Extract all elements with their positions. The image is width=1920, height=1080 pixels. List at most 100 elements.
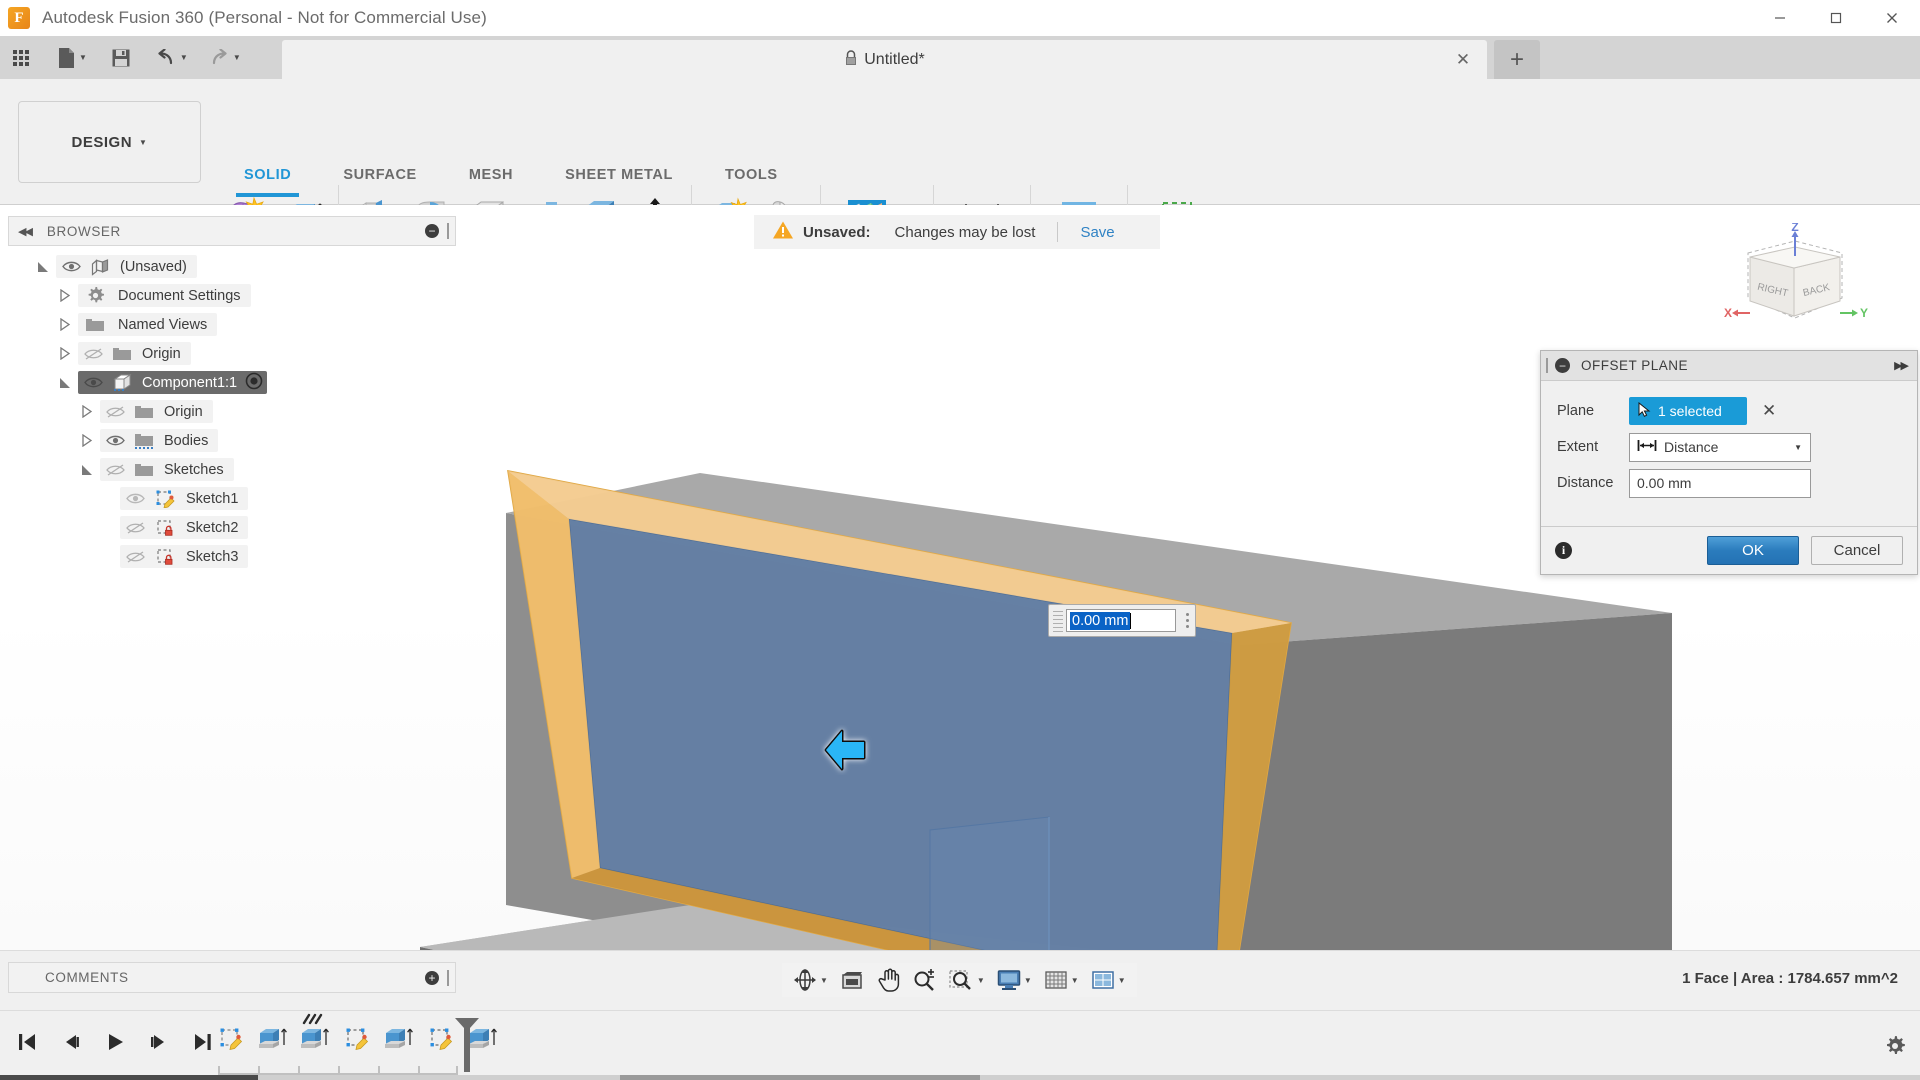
grid-snap-button[interactable]: ▼ xyxy=(1039,965,1084,995)
file-menu-button[interactable]: ▼ xyxy=(50,36,94,79)
tree-node-sketch1[interactable]: Sketch1 xyxy=(8,484,456,513)
visibility-off-icon[interactable] xyxy=(78,347,108,361)
visibility-icon[interactable] xyxy=(120,492,150,505)
expand-triangle-icon[interactable] xyxy=(52,376,78,390)
save-button[interactable] xyxy=(104,36,138,79)
dialog-minimize-icon[interactable]: − xyxy=(1555,358,1570,373)
zoom-button[interactable] xyxy=(907,965,941,995)
timeline-feature-extrude[interactable] xyxy=(380,1017,418,1059)
visibility-off-icon[interactable] xyxy=(120,550,150,564)
step-forward-button[interactable] xyxy=(142,1025,176,1059)
timeline-scrollbar[interactable] xyxy=(0,1075,1920,1080)
ok-button[interactable]: OK xyxy=(1707,536,1799,565)
expand-triangle-icon[interactable] xyxy=(74,463,100,477)
display-settings-button[interactable]: ▼ xyxy=(992,965,1037,995)
chevron-down-icon: ▼ xyxy=(977,976,985,985)
dialog-drag-grip[interactable] xyxy=(1546,358,1548,373)
plane-selection-button[interactable]: 1 selected xyxy=(1629,397,1747,425)
tree-node-origin-sub[interactable]: Origin xyxy=(8,397,456,426)
visibility-off-icon[interactable] xyxy=(120,521,150,535)
distance-input-value: 0.00 mm xyxy=(1637,475,1691,491)
save-link[interactable]: Save xyxy=(1080,224,1114,241)
visibility-icon[interactable] xyxy=(100,434,130,447)
maximize-button[interactable] xyxy=(1808,0,1864,36)
go-to-start-button[interactable] xyxy=(10,1025,44,1059)
visibility-off-icon[interactable] xyxy=(100,405,130,419)
distance-field[interactable]: 0.00 mm xyxy=(1066,609,1176,632)
drag-grip-icon[interactable] xyxy=(1053,609,1063,632)
tree-label: Sketch3 xyxy=(186,549,238,565)
document-tab[interactable]: Untitled* ✕ xyxy=(282,40,1487,79)
activate-component-icon[interactable] xyxy=(245,372,263,394)
expand-triangle-icon[interactable] xyxy=(52,347,78,360)
show-data-panel-button[interactable] xyxy=(6,36,36,79)
tree-node-sketches[interactable]: Sketches xyxy=(8,455,456,484)
scrollbar-thumb[interactable] xyxy=(0,1075,258,1080)
scrollbar-track-segment[interactable] xyxy=(620,1075,980,1080)
play-button[interactable] xyxy=(98,1025,132,1059)
tree-node-named-views[interactable]: Named Views xyxy=(8,310,456,339)
expand-triangle-icon[interactable] xyxy=(30,260,56,274)
undo-button[interactable]: ▼ xyxy=(148,36,195,79)
expand-triangle-icon[interactable] xyxy=(52,289,78,302)
workspace-label: DESIGN xyxy=(72,134,133,151)
timeline-feature-sketch[interactable] xyxy=(338,1017,376,1059)
minimize-browser-icon[interactable]: − xyxy=(425,224,439,238)
expand-triangle-icon[interactable] xyxy=(52,318,78,331)
step-back-button[interactable] xyxy=(54,1025,88,1059)
look-at-button[interactable] xyxy=(835,965,871,995)
tree-node-sketch2[interactable]: Sketch2 xyxy=(8,513,456,542)
distance-input[interactable]: 0.00 mm xyxy=(1629,469,1811,498)
workspace-switcher-button[interactable]: DESIGN ▼ xyxy=(18,101,201,183)
canvas-distance-input[interactable]: 0.00 mm xyxy=(1048,604,1196,637)
close-tab-icon[interactable]: ✕ xyxy=(1453,50,1473,70)
direction-arrow-marker[interactable] xyxy=(820,725,876,775)
close-window-button[interactable] xyxy=(1864,0,1920,36)
minimize-button[interactable] xyxy=(1752,0,1808,36)
timeline-feature-extrude-marked[interactable] xyxy=(296,1017,334,1059)
folder-icon xyxy=(130,404,158,420)
timeline-feature-extrude[interactable] xyxy=(254,1017,292,1059)
dialog-header[interactable]: − OFFSET PLANE ▶▶ xyxy=(1541,351,1917,381)
expand-triangle-icon[interactable] xyxy=(74,434,100,447)
tree-node-bodies[interactable]: Bodies xyxy=(8,426,456,455)
folder-icon xyxy=(130,432,158,450)
orbit-button[interactable]: ▼ xyxy=(788,965,833,995)
unsaved-notification-bar: Unsaved: Changes may be lost Save xyxy=(754,215,1160,249)
view-cube[interactable]: RIGHT BACK Z X Y xyxy=(1720,223,1870,343)
visibility-icon[interactable] xyxy=(78,376,108,389)
zoom-window-button[interactable]: ▼ xyxy=(943,965,990,995)
add-comment-icon[interactable]: + xyxy=(425,971,439,985)
timeline-end-marker[interactable] xyxy=(452,1016,482,1079)
viewports-button[interactable]: ▼ xyxy=(1086,965,1131,995)
cancel-button[interactable]: Cancel xyxy=(1811,536,1903,565)
cursor-icon xyxy=(1638,402,1651,420)
field-options-icon[interactable] xyxy=(1179,613,1195,628)
panel-resize-grip[interactable] xyxy=(447,970,449,986)
timeline-feature-sketch[interactable] xyxy=(212,1017,250,1059)
tree-label: (Unsaved) xyxy=(120,259,187,275)
tree-node-sketch3[interactable]: Sketch3 xyxy=(8,542,456,571)
redo-button[interactable]: ▼ xyxy=(201,36,248,79)
dialog-expand-icon[interactable]: ▶▶ xyxy=(1894,359,1907,372)
document-icon xyxy=(86,258,114,276)
plane-label: Plane xyxy=(1557,403,1629,419)
new-tab-button[interactable]: + xyxy=(1494,40,1540,79)
extent-dropdown[interactable]: Distance ▼ xyxy=(1629,433,1811,462)
visibility-off-icon[interactable] xyxy=(100,463,130,477)
comments-panel-header[interactable]: COMMENTS + xyxy=(8,962,456,993)
info-icon[interactable]: i xyxy=(1555,542,1572,559)
tree-label: Sketch2 xyxy=(186,520,238,536)
collapse-browser-icon[interactable]: ◀◀ xyxy=(18,225,31,238)
clear-selection-icon[interactable]: ✕ xyxy=(1762,401,1776,421)
chevron-down-icon: ▼ xyxy=(1071,976,1079,985)
tree-node-document-settings[interactable]: Document Settings xyxy=(8,281,456,310)
tree-node-origin-root[interactable]: Origin xyxy=(8,339,456,368)
visibility-icon[interactable] xyxy=(56,260,86,273)
panel-resize-grip[interactable] xyxy=(447,223,449,239)
tree-node-unsaved[interactable]: (Unsaved) xyxy=(8,252,456,281)
timeline-settings-button[interactable] xyxy=(1884,1035,1906,1062)
pan-button[interactable] xyxy=(873,965,905,995)
expand-triangle-icon[interactable] xyxy=(74,405,100,418)
tree-node-component1[interactable]: Component1:1 xyxy=(8,368,456,397)
